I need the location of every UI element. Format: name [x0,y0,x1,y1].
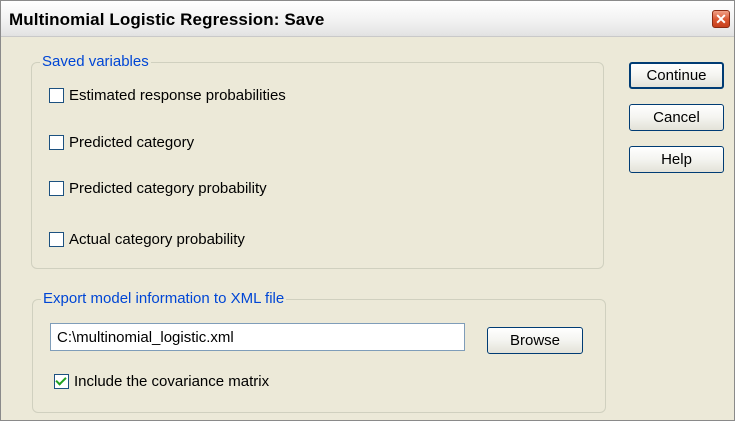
actual-category-probability-label: Actual category probability [69,231,245,248]
title-bar[interactable]: Multinomial Logistic Regression: Save ✕ [1,1,734,37]
export-xml-legend: Export model information to XML file [41,290,287,307]
save-dialog: Multinomial Logistic Regression: Save ✕ … [0,0,735,421]
browse-button[interactable]: Browse [487,327,583,354]
predicted-category-probability-label: Predicted category probability [69,180,267,197]
continue-button[interactable]: Continue [629,62,724,89]
predicted-category-checkbox[interactable] [49,135,64,150]
predicted-category-option[interactable]: Predicted category [49,134,194,151]
include-covariance-checkbox[interactable] [54,374,69,389]
include-covariance-option[interactable]: Include the covariance matrix [54,373,269,390]
predicted-category-label: Predicted category [69,134,195,151]
estimated-response-probabilities-checkbox[interactable] [49,88,64,103]
export-xml-group: Export model information to XML file Bro… [32,290,606,413]
xml-file-path-input[interactable] [50,323,465,351]
saved-variables-group: Saved variables Estimated response proba… [31,53,604,269]
close-icon: ✕ [715,11,727,27]
actual-category-probability-checkbox[interactable] [49,232,64,247]
close-button[interactable]: ✕ [712,10,730,28]
cancel-button[interactable]: Cancel [629,104,724,131]
predicted-category-probability-checkbox[interactable] [49,181,64,196]
predicted-category-probability-option[interactable]: Predicted category probability [49,180,267,197]
dialog-title: Multinomial Logistic Regression: Save [9,10,325,29]
estimated-response-probabilities-option[interactable]: Estimated response probabilities [49,87,286,104]
saved-variables-legend: Saved variables [40,53,151,70]
help-button[interactable]: Help [629,146,724,173]
estimated-response-probabilities-label: Estimated response probabilities [69,87,286,104]
actual-category-probability-option[interactable]: Actual category probability [49,231,245,248]
include-covariance-label: Include the covariance matrix [74,373,270,390]
